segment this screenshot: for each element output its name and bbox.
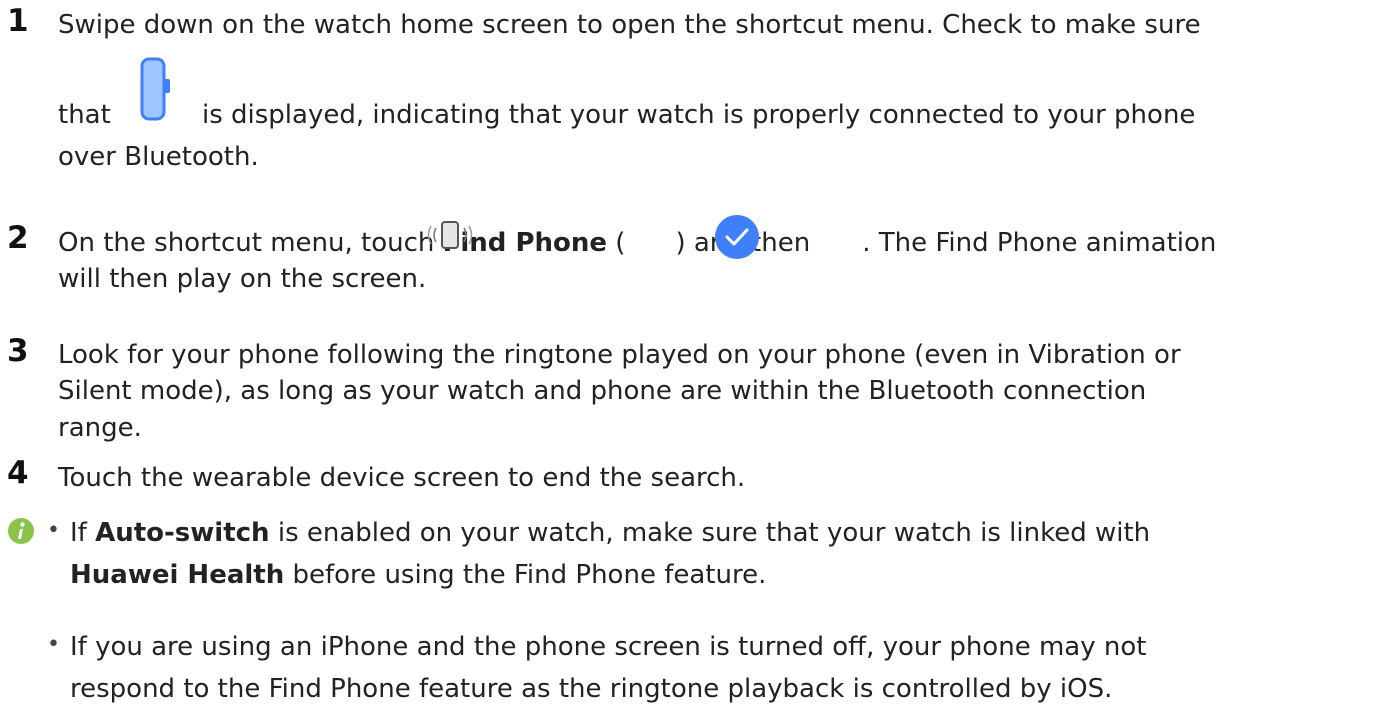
step-number-2: 2	[7, 220, 29, 256]
note-1-line-1: If Auto-switch is enabled on your watch,…	[70, 516, 1150, 550]
watch-connected-icon	[140, 57, 170, 121]
note-1-text-b: is enabled on your watch, make sure that…	[269, 518, 1151, 548]
step-2-line-1: On the shortcut menu, touch Find Phone (…	[58, 226, 1216, 260]
step-number-1: 1	[7, 3, 29, 39]
step-1-line-1: Swipe down on the watch home screen to o…	[58, 10, 1201, 40]
find-phone-icon	[427, 221, 473, 249]
step-1-line-2a: that	[58, 100, 111, 130]
step-3-line-1: Look for your phone following the ringto…	[58, 340, 1181, 370]
step-number-4: 4	[7, 455, 29, 491]
step-1-line-3: over Bluetooth.	[58, 142, 259, 172]
note-1-bold-auto-switch: Auto-switch	[95, 518, 270, 548]
step-2-line-2: will then play on the screen.	[58, 264, 427, 294]
checkmark-confirm-icon	[715, 215, 759, 259]
step-4-line-1: Touch the wearable device screen to end …	[58, 463, 746, 493]
step-2-text-a: On the shortcut menu, touch	[58, 228, 443, 258]
note-1-text-a: If	[70, 518, 96, 548]
note-2-line-1: If you are using an iPhone and the phone…	[70, 632, 1147, 662]
step-2-text-d: . The Find Phone animation	[862, 228, 1217, 258]
step-number-3: 3	[7, 333, 29, 369]
note-bullet-1: •	[47, 518, 60, 543]
info-icon	[8, 518, 34, 544]
note-2-line-2: respond to the Find Phone feature as the…	[70, 674, 1113, 704]
document-page: 1 Swipe down on the watch home screen to…	[0, 0, 1380, 711]
note-1-text-c: before using the Find Phone feature.	[284, 560, 767, 590]
step-3-line-2: Silent mode), as long as your watch and …	[58, 376, 1147, 406]
step-2-text-b: (	[607, 228, 626, 258]
note-1-line-2: Huawei Health before using the Find Phon…	[70, 558, 766, 592]
note-1-bold-huawei-health: Huawei Health	[70, 560, 285, 590]
step-1-line-2b: is displayed, indicating that your watch…	[202, 100, 1196, 130]
step-3-line-3: range.	[58, 413, 142, 443]
note-bullet-2: •	[47, 632, 60, 657]
